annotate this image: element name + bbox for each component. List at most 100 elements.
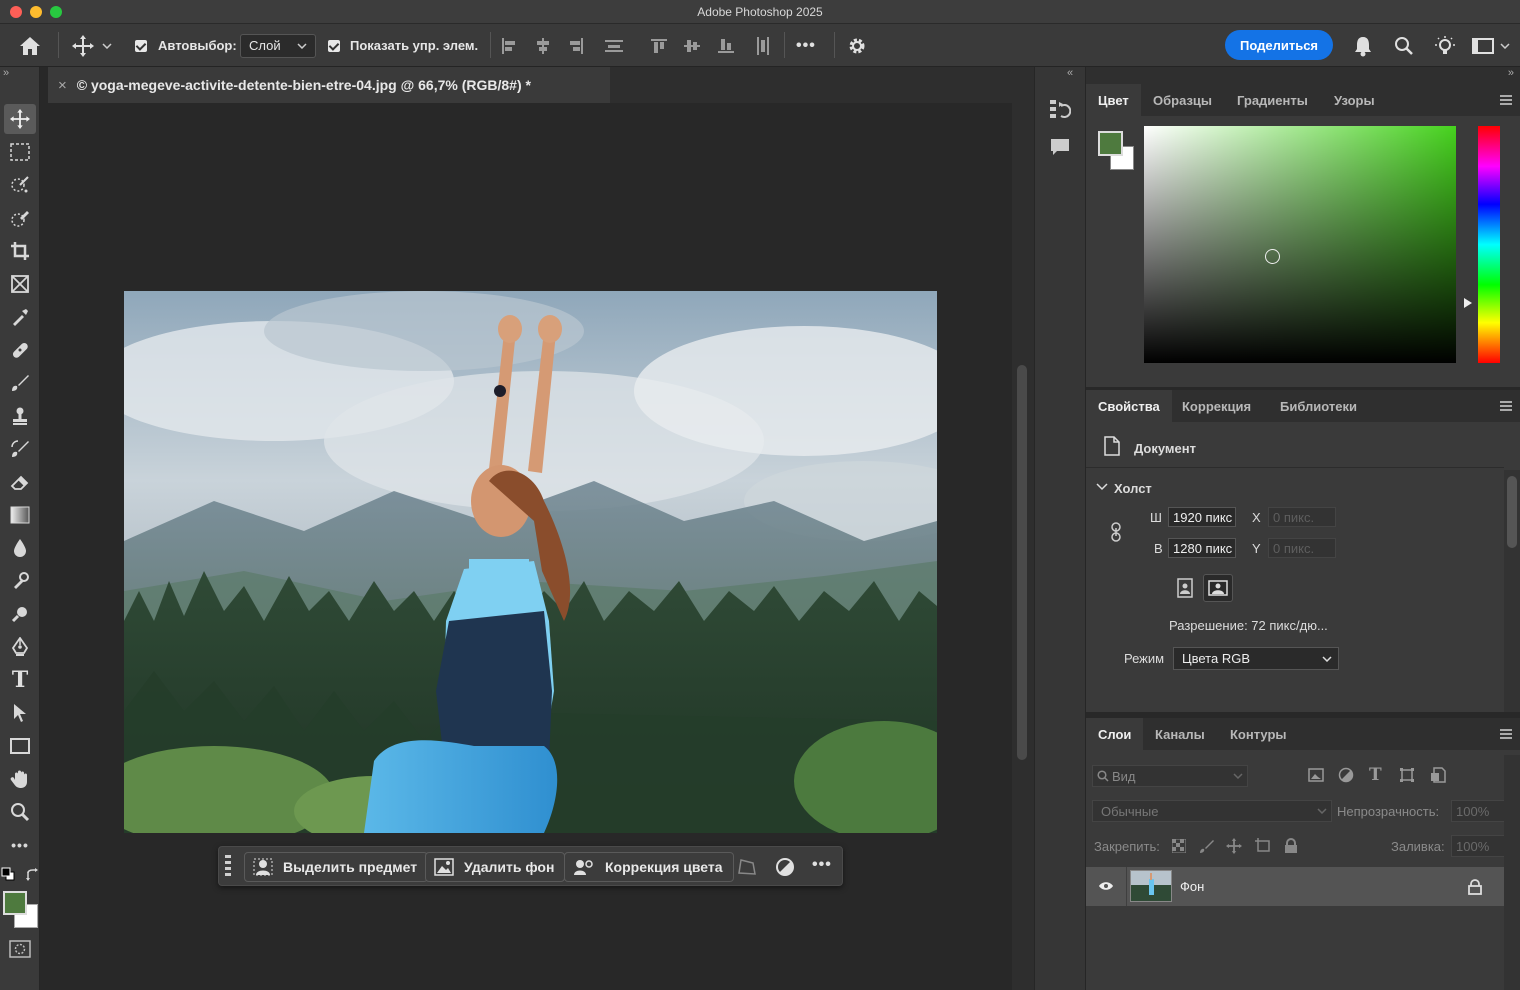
layer-name[interactable]: Фон (1180, 879, 1204, 894)
eyedropper-tool[interactable] (4, 302, 36, 332)
layers-scrollbar[interactable] (1504, 755, 1520, 990)
tab-color[interactable]: Цвет (1086, 84, 1141, 116)
visibility-eye-icon[interactable] (1098, 881, 1114, 891)
distribute-button[interactable] (604, 24, 624, 67)
discover-button[interactable] (1434, 24, 1456, 67)
filter-shape-layers-button[interactable] (1399, 767, 1415, 783)
quick-mask-button[interactable] (9, 940, 31, 958)
frame-tool[interactable] (4, 269, 36, 299)
workspace-button[interactable] (1472, 24, 1510, 67)
properties-menu-icon[interactable] (1500, 401, 1512, 411)
search-button[interactable] (1394, 24, 1414, 67)
object-selection-tool[interactable] (4, 170, 36, 200)
align-vcenter-button[interactable] (683, 24, 701, 67)
remove-background-button[interactable]: Удалить фон (425, 852, 566, 882)
move-tool-preset-button[interactable] (72, 24, 112, 67)
filter-pixel-layers-button[interactable] (1308, 768, 1324, 782)
swap-colors-button[interactable] (25, 868, 39, 882)
lock-image-pixels-button[interactable] (1199, 838, 1215, 854)
scrollbar-thumb[interactable] (1017, 365, 1027, 760)
canvas-section-toggle[interactable] (1096, 483, 1108, 491)
crop-tool[interactable] (4, 236, 36, 266)
layers-menu-icon[interactable] (1500, 729, 1512, 739)
panel-dock-collapse-button[interactable]: » (1508, 67, 1514, 79)
zoom-tool[interactable] (4, 797, 36, 827)
history-brush-tool[interactable] (4, 434, 36, 464)
blend-mode-dropdown[interactable]: Обычные (1092, 800, 1332, 822)
x-input[interactable]: 0 пикс. (1268, 507, 1336, 527)
tab-swatches[interactable]: Образцы (1141, 84, 1224, 116)
move-tool[interactable] (4, 104, 36, 134)
show-transform-checkbox[interactable] (328, 39, 340, 52)
filter-smart-objects-button[interactable] (1430, 767, 1446, 783)
tab-channels[interactable]: Каналы (1143, 718, 1217, 750)
link-dimensions-button[interactable] (1110, 522, 1122, 542)
properties-scrollbar[interactable] (1504, 470, 1520, 712)
eraser-tool[interactable] (4, 467, 36, 497)
color-picker-cursor[interactable] (1265, 249, 1280, 264)
layer-row[interactable]: Фон (1086, 867, 1504, 906)
close-tab-icon[interactable]: × (58, 77, 67, 94)
height-input[interactable]: 1280 пикс (1168, 538, 1236, 558)
zoom-lens-tool[interactable] (4, 599, 36, 629)
select-subject-button[interactable]: Выделить предмет (244, 852, 429, 882)
settings-button[interactable] (847, 24, 867, 67)
document-image[interactable] (124, 291, 937, 833)
default-colors-button[interactable] (1, 867, 15, 881)
home-button[interactable] (19, 24, 41, 67)
width-input[interactable]: 1920 пикс (1168, 507, 1236, 527)
tab-adjustments[interactable]: Коррекция (1170, 390, 1263, 422)
distribute-vertical-button[interactable] (754, 24, 772, 67)
color-panel-menu-icon[interactable] (1500, 95, 1512, 105)
align-hcenter-button[interactable] (534, 24, 552, 67)
drag-handle[interactable] (225, 855, 231, 879)
mode-dropdown[interactable]: Цвета RGB (1173, 647, 1339, 670)
align-bottom-button[interactable] (717, 24, 735, 67)
lock-artboard-button[interactable] (1254, 838, 1272, 854)
clone-stamp-tool[interactable] (4, 401, 36, 431)
tab-patterns[interactable]: Узоры (1322, 84, 1387, 116)
dodge-tool[interactable] (4, 566, 36, 596)
y-input[interactable]: 0 пикс. (1268, 538, 1336, 558)
portrait-orientation-button[interactable] (1174, 576, 1196, 600)
share-button[interactable]: Поделиться (1225, 30, 1333, 60)
brush-tool[interactable] (4, 368, 36, 398)
auto-select-checkbox[interactable] (135, 39, 147, 52)
edit-toolbar-button[interactable]: ••• (4, 830, 36, 860)
tab-gradients[interactable]: Градиенты (1225, 84, 1320, 116)
gradient-tool[interactable] (4, 500, 36, 530)
rectangle-tool[interactable] (4, 731, 36, 761)
filter-adjustment-layers-button[interactable] (1338, 767, 1354, 783)
align-top-button[interactable] (650, 24, 668, 67)
color-field[interactable] (1144, 126, 1456, 363)
comments-panel-button[interactable] (1049, 137, 1071, 157)
tab-layers[interactable]: Слои (1086, 718, 1144, 750)
blur-tool[interactable] (4, 533, 36, 563)
more-options-button[interactable]: ••• (796, 24, 816, 67)
pen-tool[interactable] (4, 632, 36, 662)
lock-all-button[interactable] (1284, 838, 1298, 854)
notifications-button[interactable] (1353, 24, 1373, 67)
layer-filter-dropdown[interactable]: Вид (1092, 765, 1248, 787)
adjustment-button[interactable] (775, 857, 795, 877)
healing-brush-tool[interactable] (4, 335, 36, 365)
color-correction-button[interactable]: Коррекция цвета (564, 852, 734, 882)
history-panel-button[interactable] (1049, 98, 1071, 120)
vertical-scrollbar[interactable] (1012, 103, 1034, 990)
document-tab[interactable]: × © yoga-megeve-activite-detente-bien-et… (48, 67, 610, 103)
hand-tool[interactable] (4, 764, 36, 794)
layer-lock-icon[interactable] (1468, 879, 1482, 895)
transform-button[interactable] (737, 857, 757, 877)
strip-collapse-button[interactable]: « (1067, 67, 1073, 79)
landscape-orientation-button[interactable] (1203, 574, 1233, 602)
color-panel-foreground-swatch[interactable] (1098, 131, 1123, 156)
properties-scrollbar-thumb[interactable] (1507, 476, 1517, 548)
hue-slider[interactable] (1478, 126, 1500, 363)
foreground-color-swatch[interactable] (3, 891, 27, 915)
lock-position-button[interactable] (1226, 838, 1242, 854)
quick-selection-tool[interactable] (4, 203, 36, 233)
path-selection-tool[interactable] (4, 698, 36, 728)
lock-transparent-pixels-button[interactable] (1172, 839, 1186, 853)
align-left-button[interactable] (500, 24, 518, 67)
tab-libraries[interactable]: Библиотеки (1268, 390, 1369, 422)
